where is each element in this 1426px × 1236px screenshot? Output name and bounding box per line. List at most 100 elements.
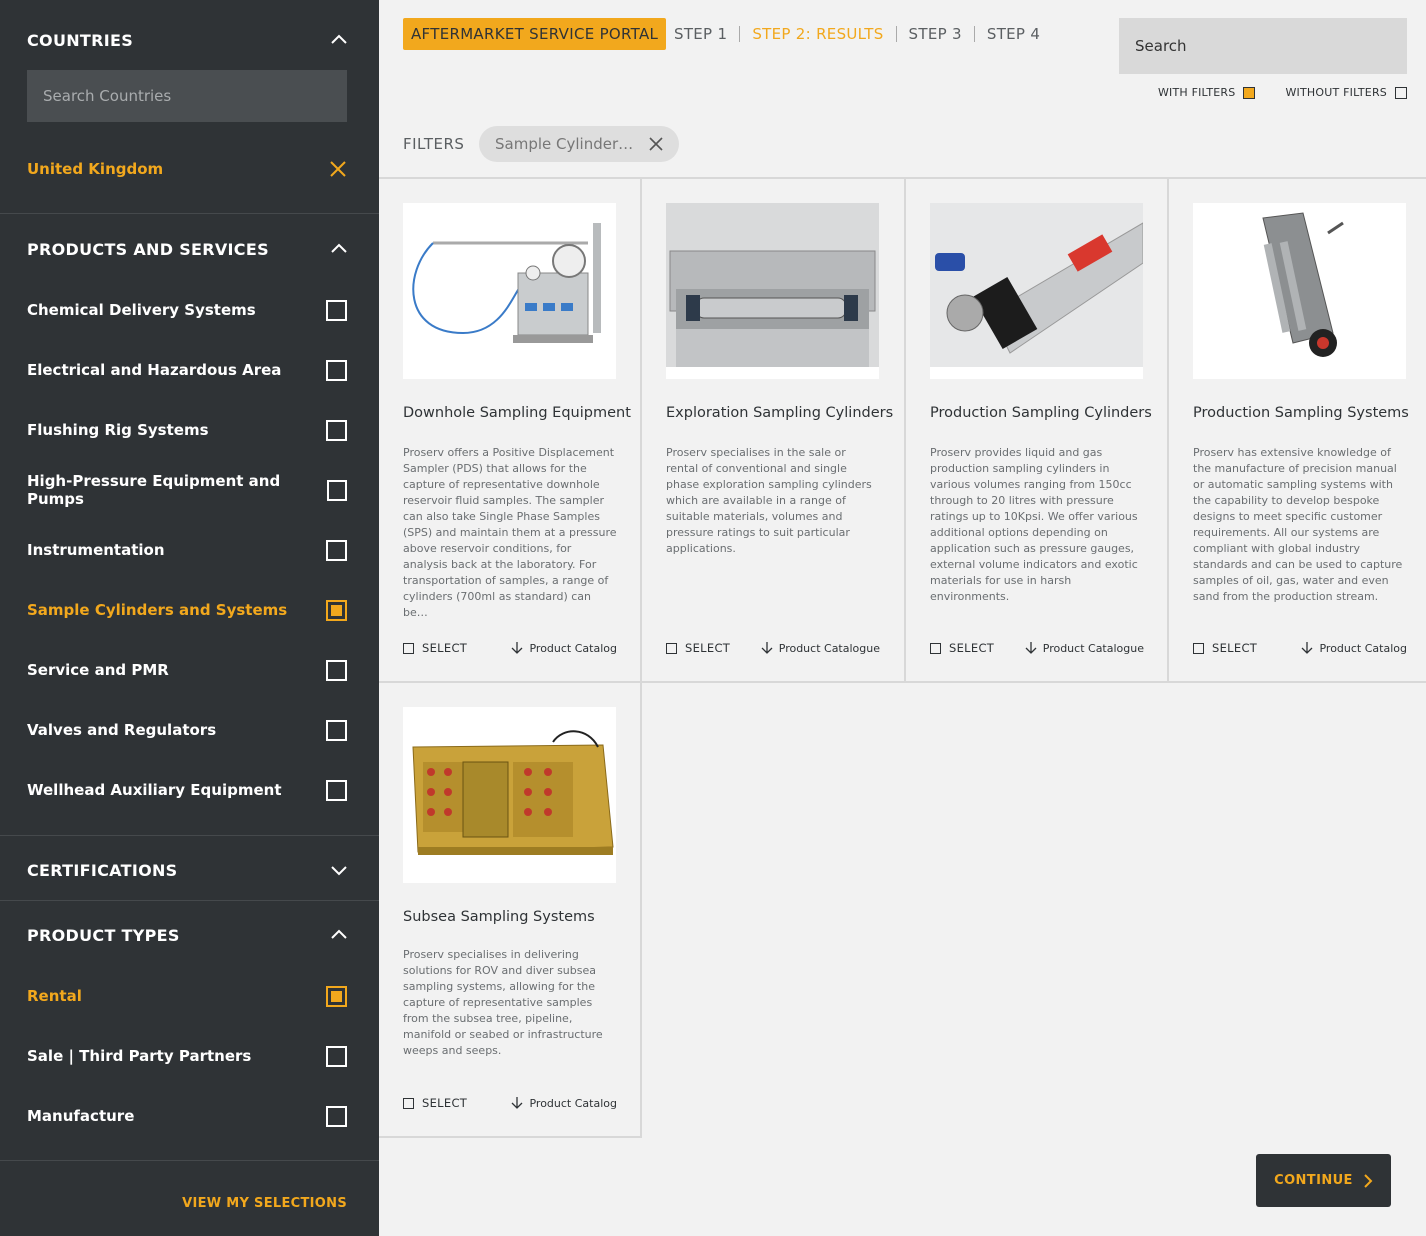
filter-option[interactable]: Chemical Delivery Systems bbox=[27, 296, 347, 324]
select-checkbox[interactable]: SELECT bbox=[403, 1096, 467, 1110]
filter-checkbox[interactable] bbox=[326, 1045, 347, 1067]
with-filters-checkbox[interactable] bbox=[1243, 86, 1256, 99]
chevron-up-icon[interactable] bbox=[331, 241, 347, 257]
country-label: United Kingdom bbox=[27, 160, 164, 178]
product-card[interactable]: Production Sampling Systems Proserv has … bbox=[1169, 179, 1426, 683]
product-title[interactable]: Downhole Sampling Equipment bbox=[403, 405, 631, 421]
without-filters-label: WITHOUT FILTERS bbox=[1285, 86, 1387, 99]
step-4[interactable]: STEP 4 bbox=[973, 26, 1052, 42]
portal-badge[interactable]: AFTERMARKET SERVICE PORTAL bbox=[403, 18, 667, 50]
search-countries-input[interactable]: Search Countries bbox=[27, 70, 347, 122]
chevron-right-icon bbox=[1364, 1173, 1373, 1188]
countries-header[interactable]: COUNTRIES bbox=[27, 26, 347, 54]
without-filters-toggle[interactable]: WITHOUT FILTERS bbox=[1285, 86, 1407, 99]
step-1[interactable]: STEP 1 bbox=[674, 26, 739, 42]
filter-option[interactable]: High-Pressure Equipment and Pumps bbox=[27, 472, 347, 508]
chevron-down-icon[interactable] bbox=[331, 862, 347, 878]
filter-checkbox[interactable] bbox=[326, 985, 347, 1007]
filter-checkbox[interactable] bbox=[326, 539, 347, 561]
product-catalog-link[interactable]: Product Catalogue bbox=[761, 641, 880, 655]
product-catalog-link[interactable]: Product Catalog bbox=[511, 1096, 617, 1110]
filter-checkbox[interactable] bbox=[326, 599, 347, 621]
divider bbox=[0, 1160, 379, 1161]
chevron-up-icon[interactable] bbox=[331, 32, 347, 48]
select-checkbox[interactable]: SELECT bbox=[403, 641, 467, 655]
view-my-selections-link[interactable]: VIEW MY SELECTIONS bbox=[182, 1196, 347, 1211]
step-3[interactable]: STEP 3 bbox=[895, 26, 974, 42]
product-card[interactable]: Production Sampling Cylinders Proserv pr… bbox=[906, 179, 1169, 683]
product-description: Proserv provides liquid and gas producti… bbox=[930, 446, 1138, 603]
search-input[interactable]: Search bbox=[1119, 18, 1407, 74]
with-filters-label: WITH FILTERS bbox=[1157, 86, 1236, 99]
select-box[interactable] bbox=[403, 1097, 414, 1109]
step-2-results[interactable]: STEP 2: RESULTS bbox=[739, 26, 895, 42]
product-image-exploration bbox=[666, 203, 879, 379]
filter-checkbox[interactable] bbox=[326, 419, 347, 441]
product-title[interactable]: Production Sampling Systems bbox=[1193, 405, 1410, 421]
select-box[interactable] bbox=[1193, 642, 1204, 654]
product-types-header[interactable]: PRODUCT TYPES bbox=[27, 921, 347, 949]
remove-filter-icon[interactable] bbox=[649, 137, 663, 151]
chevron-up-icon[interactable] bbox=[331, 927, 347, 943]
remove-country-icon[interactable] bbox=[329, 160, 347, 178]
products-title: PRODUCTS AND SERVICES bbox=[27, 239, 269, 259]
product-catalog-link[interactable]: Product Catalog bbox=[1301, 641, 1407, 655]
filter-option[interactable]: Instrumentation bbox=[27, 536, 347, 564]
filter-option[interactable]: Flushing Rig Systems bbox=[27, 416, 347, 444]
products-header[interactable]: PRODUCTS AND SERVICES bbox=[27, 235, 347, 263]
select-label: SELECT bbox=[422, 1096, 468, 1110]
country-selected-united-kingdom[interactable]: United Kingdom bbox=[27, 155, 347, 183]
without-filters-checkbox[interactable] bbox=[1395, 86, 1407, 99]
product-title[interactable]: Production Sampling Cylinders bbox=[930, 405, 1152, 421]
filter-option-label: Manufacture bbox=[27, 1107, 135, 1125]
filter-checkbox[interactable] bbox=[326, 719, 347, 741]
product-title[interactable]: Exploration Sampling Cylinders bbox=[666, 405, 893, 421]
product-card[interactable]: Subsea Sampling Systems Proserv speciali… bbox=[379, 683, 642, 1138]
filter-checkbox[interactable] bbox=[326, 779, 347, 801]
select-box[interactable] bbox=[403, 642, 414, 654]
filter-option[interactable]: Service and PMR bbox=[27, 656, 347, 684]
filter-option[interactable]: Sample Cylinders and Systems bbox=[27, 596, 347, 624]
filter-option[interactable]: Wellhead Auxiliary Equipment bbox=[27, 776, 347, 804]
product-description: Proserv offers a Positive Displacement S… bbox=[403, 446, 617, 619]
filter-option[interactable]: Manufacture bbox=[27, 1102, 347, 1130]
product-card[interactable]: Downhole Sampling Equipment Proserv offe… bbox=[379, 179, 642, 683]
product-image-production-systems bbox=[1193, 203, 1406, 379]
filter-checkbox[interactable] bbox=[326, 479, 347, 501]
filter-option[interactable]: Valves and Regulators bbox=[27, 716, 347, 744]
filter-option[interactable]: Rental bbox=[27, 982, 347, 1010]
filter-chip[interactable]: Sample Cylinder… bbox=[479, 126, 679, 162]
select-label: SELECT bbox=[422, 641, 468, 655]
select-checkbox[interactable]: SELECT bbox=[666, 641, 730, 655]
filter-checkbox[interactable] bbox=[326, 299, 347, 321]
filter-checkbox[interactable] bbox=[326, 359, 347, 381]
product-card[interactable]: Exploration Sampling Cylinders Proserv s… bbox=[642, 179, 906, 683]
step-nav: STEP 1 STEP 2: RESULTS STEP 3 STEP 4 bbox=[674, 18, 1052, 50]
with-filters-toggle[interactable]: WITH FILTERS bbox=[1158, 86, 1256, 99]
certifications-header[interactable]: CERTIFICATIONS bbox=[27, 856, 347, 884]
select-box[interactable] bbox=[666, 642, 677, 654]
select-checkbox[interactable]: SELECT bbox=[930, 641, 994, 655]
card-actions: SELECT Product Catalogue bbox=[930, 641, 1144, 655]
filter-option-label: Chemical Delivery Systems bbox=[27, 301, 256, 319]
filter-checkbox[interactable] bbox=[326, 1105, 347, 1127]
product-description: Proserv has extensive knowledge of the m… bbox=[1193, 446, 1403, 603]
filter-checkbox[interactable] bbox=[326, 659, 347, 681]
select-box[interactable] bbox=[930, 642, 941, 654]
download-arrow-icon bbox=[761, 642, 773, 654]
divider bbox=[0, 835, 379, 836]
filter-option[interactable]: Sale | Third Party Partners bbox=[27, 1042, 347, 1070]
product-catalog-link[interactable]: Product Catalogue bbox=[1025, 641, 1144, 655]
filter-option[interactable]: Electrical and Hazardous Area bbox=[27, 356, 347, 384]
download-arrow-icon bbox=[1302, 642, 1313, 654]
filter-option-label: Service and PMR bbox=[27, 661, 169, 679]
filter-option-label: Wellhead Auxiliary Equipment bbox=[27, 781, 282, 799]
product-catalog-link[interactable]: Product Catalog bbox=[511, 641, 617, 655]
continue-button[interactable]: CONTINUE bbox=[1256, 1154, 1391, 1207]
download-arrow-icon bbox=[1025, 642, 1037, 654]
select-checkbox[interactable]: SELECT bbox=[1193, 641, 1257, 655]
filter-chip-label: Sample Cylinder… bbox=[495, 135, 634, 153]
catalog-label: Product Catalogue bbox=[1042, 641, 1144, 655]
product-title[interactable]: Subsea Sampling Systems bbox=[403, 909, 624, 925]
product-image-subsea bbox=[403, 707, 616, 883]
